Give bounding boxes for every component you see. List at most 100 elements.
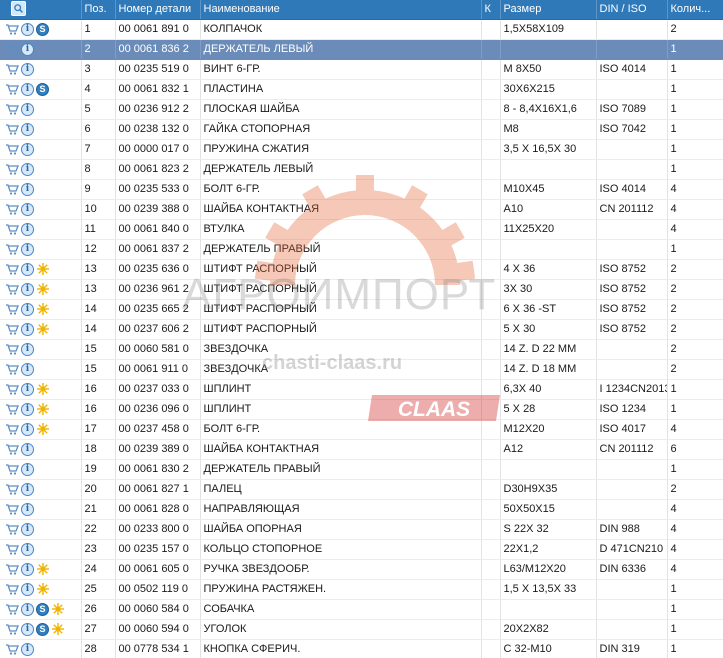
cart-icon[interactable]: [5, 342, 19, 356]
table-row[interactable]: i 15 00 0060 581 0 ЗВЕЗДОЧКА 14 Z. D 22 MM 2: [0, 339, 723, 360]
column-header-qty[interactable]: Колич...: [667, 0, 723, 20]
cart-icon[interactable]: [5, 642, 19, 656]
table-row[interactable]: i 15 00 0061 911 0 ЗВЕЗДОЧКА 14 Z. D 18 MM 2: [0, 359, 723, 380]
table-row[interactable]: i 28 00 0778 534 1 КНОПКА СФЕРИЧ. C 32-M10 DI…: [0, 639, 723, 658]
cart-icon[interactable]: [5, 622, 19, 636]
table-row[interactable]: i 11 00 0061 840 0 ВТУЛКА 11X25X20 4: [0, 219, 723, 240]
cart-icon[interactable]: [5, 422, 19, 436]
cart-icon[interactable]: [5, 482, 19, 496]
sun-icon[interactable]: [36, 282, 50, 296]
table-row[interactable]: i 17 00 0237 458 0 БОЛТ 6-ГР. M12X20 ISO 4017…: [0, 419, 723, 440]
info-icon[interactable]: i: [21, 402, 34, 416]
cart-icon[interactable]: [5, 562, 19, 576]
info-icon[interactable]: i: [21, 302, 34, 316]
info-icon[interactable]: i: [21, 362, 34, 376]
table-row[interactable]: i 18 00 0239 389 0 ШАЙБА КОНТАКТНАЯ A12 CN 20…: [0, 439, 723, 460]
column-header-din[interactable]: DIN / ISO: [596, 0, 668, 20]
cart-icon[interactable]: [5, 182, 19, 196]
info-icon[interactable]: i: [21, 142, 34, 156]
info-icon[interactable]: i: [21, 222, 34, 236]
table-row[interactable]: i 8 00 0061 823 2 ДЕРЖАТЕЛЬ ЛЕВЫЙ 1: [0, 159, 723, 180]
cart-icon[interactable]: [5, 522, 19, 536]
table-row[interactable]: i 6 00 0238 132 0 ГАЙКА СТОПОРНАЯ M8 ISO 7042…: [0, 119, 723, 140]
table-row[interactable]: i 3 00 0235 519 0 ВИНТ 6-ГР. M 8X50 ISO 4014 1: [0, 59, 723, 80]
sun-icon[interactable]: [36, 302, 50, 316]
table-row[interactable]: i 13 00 0235 636 0 ШТИФТ РАСПОРНЫЙ 4 X 36 ISO…: [0, 259, 723, 280]
s-icon[interactable]: S: [36, 622, 49, 636]
info-icon[interactable]: i: [21, 482, 34, 496]
sun-icon[interactable]: [36, 382, 50, 396]
info-icon[interactable]: i: [21, 242, 34, 256]
table-row[interactable]: i 9 00 0235 533 0 БОЛТ 6-ГР. M10X45 ISO 4014 4: [0, 179, 723, 200]
cart-icon[interactable]: [5, 502, 19, 516]
table-row[interactable]: i 16 00 0237 033 0 ШПЛИНТ 6,3X 40 I 1234CN201…: [0, 379, 723, 400]
cart-icon[interactable]: [5, 462, 19, 476]
cart-icon[interactable]: [5, 602, 19, 616]
table-row[interactable]: i S 1 00 0061 891 0 КОЛПАЧОК 1,5X58X109 2: [0, 19, 723, 40]
info-icon[interactable]: i: [21, 82, 34, 96]
table-row[interactable]: i 20 00 0061 827 1 ПАЛЕЦ D30H9X35 2: [0, 479, 723, 500]
cart-icon[interactable]: [5, 122, 19, 136]
info-icon[interactable]: i: [21, 322, 34, 336]
info-icon[interactable]: i: [21, 642, 34, 656]
cart-icon[interactable]: [5, 442, 19, 456]
table-row[interactable]: i 2 00 0061 836 2 ДЕРЖАТЕЛЬ ЛЕВЫЙ 1: [0, 39, 723, 60]
info-icon[interactable]: i: [21, 62, 34, 76]
search-icon[interactable]: [11, 1, 26, 17]
info-icon[interactable]: i: [21, 622, 34, 636]
info-icon[interactable]: i: [21, 462, 34, 476]
sun-icon[interactable]: [36, 582, 50, 596]
info-icon[interactable]: i: [21, 162, 34, 176]
column-header-k[interactable]: К: [481, 0, 501, 20]
sun-icon[interactable]: [51, 602, 65, 616]
table-row[interactable]: i S 26 00 0060 584 0 СОБАЧКА 1: [0, 599, 723, 620]
table-row[interactable]: i 25 00 0502 119 0 ПРУЖИНА РАСТЯЖЕН. 1,5 X 1…: [0, 579, 723, 600]
sun-icon[interactable]: [51, 622, 65, 636]
info-icon[interactable]: i: [21, 422, 34, 436]
info-icon[interactable]: i: [21, 382, 34, 396]
cart-icon[interactable]: [5, 42, 19, 56]
cart-icon[interactable]: [5, 82, 19, 96]
cart-icon[interactable]: [5, 542, 19, 556]
sun-icon[interactable]: [36, 422, 50, 436]
table-row[interactable]: i 23 00 0235 157 0 КОЛЬЦО СТОПОРНОЕ 22X1,2 D …: [0, 539, 723, 560]
table-row[interactable]: i 16 00 0236 096 0 ШПЛИНТ 5 X 28 ISO 1234 1: [0, 399, 723, 420]
cart-icon[interactable]: [5, 582, 19, 596]
cart-icon[interactable]: [5, 402, 19, 416]
info-icon[interactable]: i: [21, 102, 34, 116]
cart-icon[interactable]: [5, 102, 19, 116]
cart-icon[interactable]: [5, 322, 19, 336]
s-icon[interactable]: S: [36, 602, 49, 616]
cart-icon[interactable]: [5, 162, 19, 176]
info-icon[interactable]: i: [21, 342, 34, 356]
cart-icon[interactable]: [5, 202, 19, 216]
table-row[interactable]: i 5 00 0236 912 2 ПЛОСКАЯ ШАЙБА 8 - 8,4X16X1…: [0, 99, 723, 120]
sun-icon[interactable]: [36, 402, 50, 416]
cart-icon[interactable]: [5, 22, 19, 36]
s-icon[interactable]: S: [36, 22, 49, 36]
sun-icon[interactable]: [36, 322, 50, 336]
info-icon[interactable]: i: [21, 522, 34, 536]
info-icon[interactable]: i: [21, 442, 34, 456]
info-icon[interactable]: i: [21, 202, 34, 216]
cart-icon[interactable]: [5, 62, 19, 76]
cart-icon[interactable]: [5, 382, 19, 396]
table-row[interactable]: i 22 00 0233 800 0 ШАЙБА ОПОРНАЯ S 22X 32 DIN…: [0, 519, 723, 540]
sun-icon[interactable]: [36, 562, 50, 576]
info-icon[interactable]: i: [21, 502, 34, 516]
table-row[interactable]: i S 27 00 0060 594 0 УГОЛОК 20X2X82 1: [0, 619, 723, 640]
table-row[interactable]: i S 4 00 0061 832 1 ПЛАСТИНА 30X6X215 1: [0, 79, 723, 100]
info-icon[interactable]: i: [21, 282, 34, 296]
cart-icon[interactable]: [5, 242, 19, 256]
s-icon[interactable]: S: [36, 82, 49, 96]
table-row[interactable]: i 21 00 0061 828 0 НАПРАВЛЯЮЩАЯ 50X50X15 4: [0, 499, 723, 520]
table-row[interactable]: i 14 00 0235 665 2 ШТИФТ РАСПОРНЫЙ 6 X 36 -S…: [0, 299, 723, 320]
table-row[interactable]: i 14 00 0237 606 2 ШТИФТ РАСПОРНЫЙ 5 X 30 ISO…: [0, 319, 723, 340]
table-row[interactable]: i 10 00 0239 388 0 ШАЙБА КОНТАКТНАЯ A10 CN 20…: [0, 199, 723, 220]
column-header-icons[interactable]: [0, 0, 82, 20]
column-header-size[interactable]: Размер: [500, 0, 597, 20]
table-row[interactable]: i 24 00 0061 605 0 РУЧКА ЗВЕЗДООБР. L63/M12X…: [0, 559, 723, 580]
cart-icon[interactable]: [5, 282, 19, 296]
info-icon[interactable]: i: [21, 542, 34, 556]
info-icon[interactable]: i: [21, 562, 34, 576]
